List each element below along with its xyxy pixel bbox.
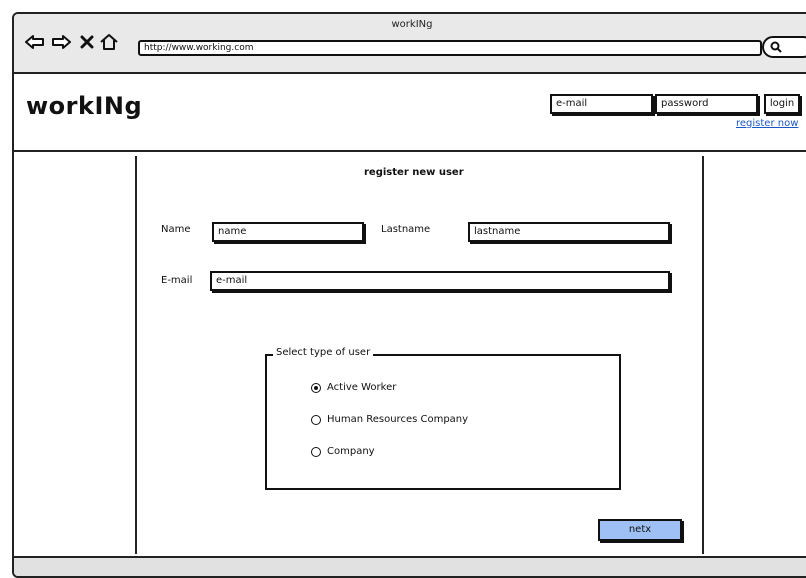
login-button[interactable]: login: [764, 94, 800, 114]
lastname-label: Lastname: [381, 224, 431, 235]
address-bar[interactable]: http://www.working.com: [138, 40, 762, 56]
app-logo: workINg: [26, 92, 143, 120]
home-icon[interactable]: [98, 32, 120, 52]
back-arrow-icon[interactable]: [24, 32, 46, 52]
browser-chrome: workINg http://www.working.com: [14, 14, 806, 74]
close-icon[interactable]: [76, 32, 98, 52]
lastname-input[interactable]: lastname: [468, 222, 670, 242]
radio-empty-icon: [311, 414, 321, 425]
browser-window: workINg http://www.working.com workINg e…: [12, 12, 806, 578]
register-now-link[interactable]: register now: [736, 118, 798, 129]
email-label: E-mail: [161, 275, 193, 286]
radio-empty-icon: [311, 446, 321, 457]
header-divider: [14, 150, 806, 152]
search-field[interactable]: [762, 36, 806, 58]
search-icon: [770, 41, 782, 53]
user-type-legend: Select type of user: [273, 347, 374, 358]
name-input[interactable]: name: [212, 222, 364, 242]
window-title: workINg: [391, 19, 433, 30]
radio-option-company[interactable]: Company: [311, 446, 375, 457]
next-button[interactable]: netx: [598, 519, 682, 541]
forward-arrow-icon[interactable]: [50, 32, 72, 52]
user-type-group: Select type of user Active Worker Human …: [265, 347, 621, 490]
password-input[interactable]: password: [655, 94, 758, 114]
radio-label: Active Worker: [327, 382, 397, 393]
content-right-border: [702, 156, 704, 554]
email-input[interactable]: e-mail: [210, 271, 670, 291]
email-login-input[interactable]: e-mail: [550, 94, 653, 114]
browser-status-bar: [14, 556, 806, 576]
radio-option-active-worker[interactable]: Active Worker: [311, 382, 396, 393]
radio-option-hr-company[interactable]: Human Resources Company: [311, 414, 468, 425]
radio-label: Human Resources Company: [327, 414, 469, 425]
name-label: Name: [161, 224, 191, 235]
radio-selected-icon: [311, 382, 321, 393]
radio-label: Company: [327, 446, 375, 457]
form-title: register new user: [364, 167, 464, 178]
content-left-border: [135, 156, 137, 554]
